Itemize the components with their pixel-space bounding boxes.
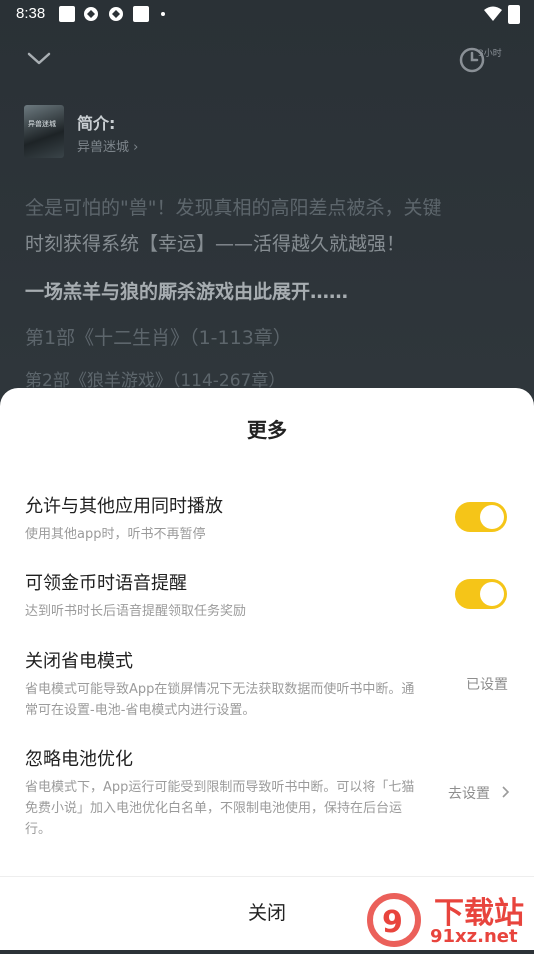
toggle-knob [480, 505, 504, 529]
chevron-right-icon: › [133, 140, 139, 155]
book-cover[interactable]: 异兽迷城 [24, 105, 64, 158]
watermark-logo: 9 下载站 91xz.net [364, 888, 534, 950]
battery-optimization-status: 去设置 [448, 786, 490, 802]
intro-text: 时刻获得系统【幸运】——活得越久就越强！ [25, 233, 406, 255]
setting-title: 可领金币时语音提醒 [25, 573, 187, 594]
collapse-chevron-icon[interactable] [26, 48, 52, 68]
more-options-sheet: 更多 允许与其他应用同时播放 使用其他app时，听书不再暂停 可领金币时语音提醒… [0, 388, 534, 950]
timer-label: 3小时 [478, 49, 502, 59]
divider [0, 876, 534, 877]
toggle-knob [480, 582, 504, 606]
chevron-right-icon [502, 786, 510, 798]
setting-ignore-battery-optimization[interactable]: 忽略电池优化 省电模式下，App运行可能受到限制而导致听书中断。可以将「七猫免费… [25, 745, 515, 840]
notification-icon [133, 6, 149, 22]
setting-description: 省电模式下，App运行可能受到限制而导致听书中断。可以将「七猫免费小说」加入电池… [25, 780, 415, 837]
setting-title: 忽略电池优化 [25, 749, 133, 770]
concurrent-playback-toggle[interactable] [455, 502, 507, 532]
app-notification-icon [109, 7, 123, 21]
book-cover-title: 异兽迷城 [28, 120, 56, 128]
sheet-title: 更多 [247, 418, 287, 442]
app-notification-icon [84, 7, 98, 21]
setting-description: 使用其他app时，听书不再暂停 [25, 527, 206, 542]
intro-title: 简介: [77, 114, 116, 133]
book-name: 异兽迷城 [77, 140, 130, 155]
intro-text: 第1部《十二生肖》（1-113章） [25, 327, 292, 349]
setting-title: 关闭省电模式 [25, 651, 133, 672]
setting-description: 省电模式可能导致App在锁屏情况下无法获取数据而使听书中断。通常可在设置-电池-… [25, 682, 415, 718]
more-notifications-icon [161, 12, 165, 16]
setting-title: 允许与其他应用同时播放 [25, 496, 223, 517]
setting-power-saving-mode[interactable]: 关闭省电模式 省电模式可能导致App在锁屏情况下无法获取数据而使听书中断。通常可… [25, 647, 515, 721]
setting-coin-voice-reminder: 可领金币时语音提醒 达到听书时长后语音提醒领取任务奖励 [25, 569, 515, 622]
setting-description: 达到听书时长后语音提醒领取任务奖励 [25, 604, 247, 619]
svg-text:9: 9 [382, 905, 403, 940]
status-bar: 8:38 [0, 0, 534, 28]
status-time: 8:38 [16, 5, 46, 22]
coin-reminder-toggle[interactable] [455, 579, 507, 609]
setting-allow-concurrent-playback: 允许与其他应用同时播放 使用其他app时，听书不再暂停 [25, 492, 515, 545]
intro-text: 一场羔羊与狼的厮杀游戏由此展开…… [25, 281, 349, 303]
intro-text: 全是可怕的"兽"！发现真相的高阳差点被杀，关键 [25, 197, 442, 219]
notification-icon [59, 6, 75, 22]
wifi-icon [484, 6, 502, 21]
power-saving-status: 已设置 [466, 677, 508, 693]
book-name-link[interactable]: 异兽迷城 › [77, 136, 138, 155]
watermark-url: 91xz.net [430, 926, 518, 947]
battery-icon [508, 5, 520, 24]
